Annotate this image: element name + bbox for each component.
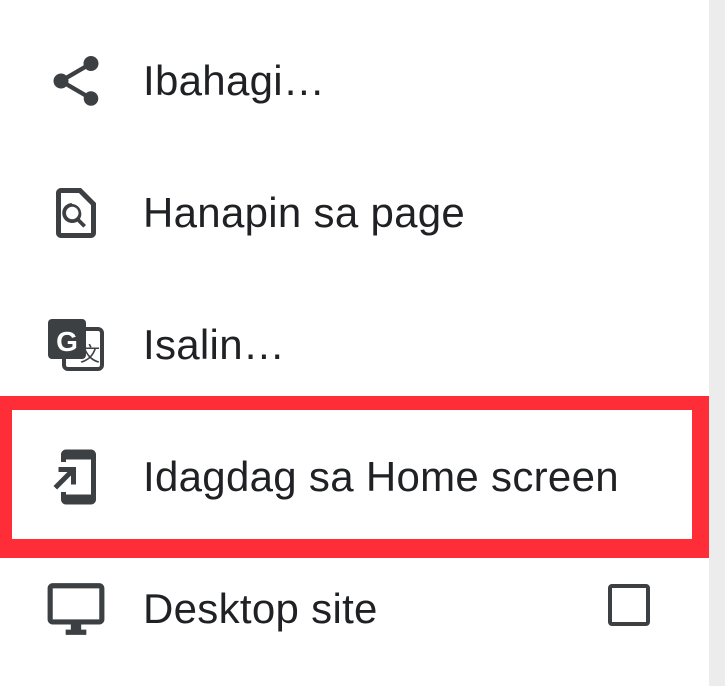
menu-right-edge [709,0,725,686]
find-in-page-icon [44,181,108,245]
share-icon [44,49,108,113]
translate-icon: G 文 [44,313,108,377]
menu-item-share[interactable]: Ibahagi… [0,16,709,146]
menu-item-label: Isalin… [143,321,286,368]
svg-text:G: G [56,326,78,357]
menu-item-label: Desktop site [143,585,378,632]
menu-item-label: Ibahagi… [143,57,326,104]
overflow-menu: Ibahagi… Hanapin sa page G 文 Isalin… Ida… [0,0,709,686]
menu-item-label: Hanapin sa page [143,189,466,236]
add-to-home-screen-icon [44,445,108,509]
desktop-site-checkbox[interactable] [608,584,650,626]
svg-text:文: 文 [80,342,100,366]
menu-item-add-to-home-screen[interactable]: Idagdag sa Home screen [0,412,709,542]
desktop-icon [44,577,108,641]
menu-item-translate[interactable]: G 文 Isalin… [0,280,709,410]
menu-item-desktop-site[interactable]: Desktop site [0,544,709,674]
menu-item-find-in-page[interactable]: Hanapin sa page [0,148,709,278]
menu-item-label: Idagdag sa Home screen [143,453,619,500]
